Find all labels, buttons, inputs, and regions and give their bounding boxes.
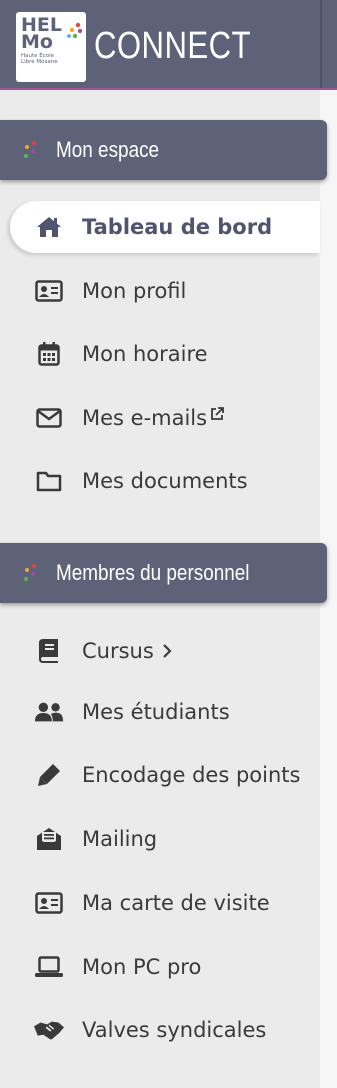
- nav-item-label: Mailing: [82, 827, 158, 851]
- app-title[interactable]: CONNECT: [94, 24, 251, 68]
- nav-item-label: Cursus: [82, 638, 154, 663]
- nav-item-label: Mes e-mails: [82, 406, 208, 430]
- nav-item-mes-etudiants[interactable]: Mes étudiants: [10, 686, 320, 738]
- logo-subtitle-2: Libre Mosane: [21, 59, 58, 65]
- nav-item-label: Mon PC pro: [82, 955, 202, 979]
- home-icon: [34, 212, 64, 242]
- external-link-icon: [210, 402, 224, 426]
- book-icon: [34, 636, 64, 666]
- nav-item-mes-e-mails[interactable]: Mes e-mails: [10, 392, 320, 444]
- header-seam: [320, 0, 322, 88]
- nav-item-valves-syndicales[interactable]: Valves syndicales: [10, 1004, 320, 1056]
- envelope-open-icon: [34, 824, 64, 854]
- id-card-icon: [34, 276, 64, 306]
- section-title: Mon espace: [56, 137, 160, 162]
- nav-item-label: Mes documents: [82, 469, 248, 493]
- section-title: Membres du personnel: [56, 560, 250, 585]
- nav-item-label: Tableau de bord: [82, 215, 273, 239]
- nav-item-label: Mes étudiants: [82, 700, 230, 724]
- address-card-icon: [34, 888, 64, 918]
- nav-item-label: Mon horaire: [82, 342, 208, 366]
- nav-item-cursus[interactable]: Cursus: [10, 625, 320, 677]
- nav-item-label: Encodage des points: [82, 763, 301, 787]
- logo-dots-icon: [67, 22, 83, 39]
- calendar-icon: [34, 339, 64, 369]
- nav-item-mon-profil[interactable]: Mon profil: [10, 265, 320, 317]
- nav-item-ma-carte-de-visite[interactable]: Ma carte de visite: [10, 877, 320, 929]
- nav-item-mailing[interactable]: Mailing: [10, 813, 320, 865]
- section-header-membres-du-personnel[interactable]: Membres du personnel: [0, 543, 327, 603]
- nav-item-encodage-des-points[interactable]: Encodage des points: [10, 749, 320, 801]
- folder-icon: [34, 466, 64, 496]
- pen-icon: [34, 760, 64, 790]
- nav-item-text-wrap: Cursus: [82, 639, 172, 664]
- app-header: HEL Mo Haute École Libre Mosane CONNECT: [0, 0, 337, 90]
- section-dots-icon: [24, 564, 36, 581]
- nav-item-text-wrap: Mes e-mails: [82, 406, 224, 430]
- nav-item-label: Valves syndicales: [82, 1018, 267, 1042]
- users-icon: [34, 697, 64, 727]
- nav-item-mon-pc-pro[interactable]: Mon PC pro: [10, 941, 320, 993]
- nav-item-mes-documents[interactable]: Mes documents: [10, 455, 320, 507]
- nav-item-label: Ma carte de visite: [82, 891, 270, 915]
- envelope-icon: [34, 403, 64, 433]
- nav-item-tableau-de-bord[interactable]: Tableau de bord: [10, 201, 320, 253]
- nav-item-label: Mon profil: [82, 279, 187, 303]
- laptop-icon: [34, 952, 64, 982]
- helmo-logo[interactable]: HEL Mo Haute École Libre Mosane: [16, 12, 86, 82]
- section-header-mon-espace[interactable]: Mon espace: [0, 120, 327, 180]
- chevron-right-icon: [162, 640, 172, 664]
- handshake-icon: [34, 1015, 64, 1045]
- nav-item-mon-horaire[interactable]: Mon horaire: [10, 328, 320, 380]
- section-dots-icon: [24, 141, 36, 158]
